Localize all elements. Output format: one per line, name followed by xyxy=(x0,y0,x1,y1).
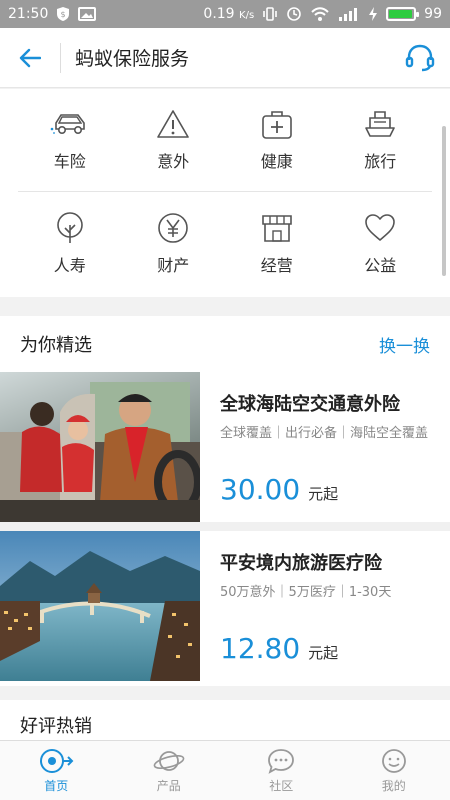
page-title: 蚂蚁保险服务 xyxy=(75,48,190,70)
product-tags: 全球覆盖｜出行必备｜海陆空全覆盖 xyxy=(220,426,429,441)
product-tags: 50万意外｜5万医疗｜1-30天 xyxy=(220,585,392,600)
charging-icon xyxy=(368,6,378,22)
headset-icon xyxy=(405,44,435,71)
tab-products[interactable]: 产品 xyxy=(113,741,226,800)
planet-icon xyxy=(153,747,185,775)
header-divider xyxy=(60,42,61,73)
category-label: 公益 xyxy=(364,255,397,275)
tab-label: 我的 xyxy=(381,779,406,793)
heart-icon xyxy=(363,212,397,244)
price-unit: 元起 xyxy=(308,644,339,662)
battery-level: 99 xyxy=(424,6,442,22)
tab-label: 社区 xyxy=(269,779,294,793)
car-icon xyxy=(50,108,90,140)
section-title: 为你精选 xyxy=(20,335,92,356)
status-bar: 21:50 $ 0.19 K/s 99 xyxy=(0,0,450,28)
tab-community[interactable]: 社区 xyxy=(225,741,338,800)
category-label: 旅行 xyxy=(364,152,397,171)
product-price: 12.80 元起 xyxy=(220,632,338,665)
product-price: 30.00 元起 xyxy=(220,473,338,506)
svg-text:$: $ xyxy=(61,10,66,19)
ship-icon xyxy=(362,108,398,140)
swap-button[interactable]: 换一换 xyxy=(379,332,430,357)
product-card[interactable]: 全球海陆空交通意外险 全球覆盖｜出行必备｜海陆空全覆盖 30.00 元起 xyxy=(0,372,450,522)
customer-service-button[interactable] xyxy=(390,28,450,88)
product-card[interactable]: 平安境内旅游医疗险 50万意外｜5万医疗｜1-30天 12.80 元起 xyxy=(0,531,450,681)
tab-home[interactable]: 首页 xyxy=(0,741,113,800)
category-property[interactable]: 财产 xyxy=(122,192,226,295)
medical-kit-icon xyxy=(260,108,294,140)
product-image-river-town xyxy=(0,531,200,681)
app-header: 蚂蚁保险服务 xyxy=(0,28,450,88)
smile-icon xyxy=(380,747,408,775)
product-image-family-car xyxy=(0,372,200,522)
category-label: 健康 xyxy=(260,152,293,171)
network-speed: 0.19 K/s xyxy=(203,6,255,22)
tab-mine[interactable]: 我的 xyxy=(338,741,450,800)
category-health[interactable]: 健康 xyxy=(225,89,329,191)
product-info: 全球海陆空交通意外险 全球覆盖｜出行必备｜海陆空全覆盖 30.00 元起 xyxy=(200,372,450,522)
category-row: 人寿 财产 经营 公益 xyxy=(18,192,432,295)
category-travel[interactable]: 旅行 xyxy=(329,89,433,191)
picks-section: 为你精选 换一换 全球海陆空交通意外险 全球覆盖｜出行必备｜海陆空全覆盖 30.… xyxy=(0,316,450,686)
signal-icon xyxy=(338,7,360,21)
product-name: 平安境内旅游医疗险 xyxy=(220,553,382,574)
scrollbar[interactable] xyxy=(442,126,446,276)
status-time: 21:50 xyxy=(8,6,49,22)
category-label: 经营 xyxy=(260,255,293,275)
chat-icon xyxy=(267,747,295,775)
category-grid: 车险 意外 健康 旅行 人寿 财产 经营 公益 xyxy=(0,89,450,297)
battery-icon xyxy=(386,7,420,21)
bestseller-section: 好评热销 xyxy=(0,700,450,740)
tab-label: 首页 xyxy=(44,779,69,793)
price-unit: 元起 xyxy=(308,485,339,503)
category-label: 意外 xyxy=(157,152,190,171)
category-business[interactable]: 经营 xyxy=(225,192,329,295)
category-accident[interactable]: 意外 xyxy=(122,89,226,191)
back-arrow-icon xyxy=(19,48,41,67)
category-life[interactable]: 人寿 xyxy=(18,192,122,295)
picks-header: 为你精选 换一换 xyxy=(0,316,450,372)
back-button[interactable] xyxy=(0,28,60,88)
category-label: 车险 xyxy=(53,152,86,171)
product-name: 全球海陆空交通意外险 xyxy=(220,394,400,415)
image-icon xyxy=(78,7,97,21)
price-value: 30.00 xyxy=(220,473,301,506)
category-car[interactable]: 车险 xyxy=(18,89,122,191)
product-info: 平安境内旅游医疗险 50万意外｜5万医疗｜1-30天 12.80 元起 xyxy=(200,531,450,681)
bottom-tab-bar: 首页 产品 社区 我的 xyxy=(0,740,450,800)
category-label: 财产 xyxy=(157,255,190,275)
tab-label: 产品 xyxy=(156,779,181,793)
category-label: 人寿 xyxy=(53,255,86,275)
shield-icon: $ xyxy=(56,6,70,22)
alarm-icon xyxy=(286,6,302,22)
category-row: 车险 意外 健康 旅行 xyxy=(18,89,432,192)
wifi-icon xyxy=(310,6,330,22)
shop-icon xyxy=(260,212,294,244)
vibrate-icon xyxy=(262,6,278,22)
warning-icon xyxy=(155,108,191,140)
yen-icon xyxy=(156,212,190,244)
tree-icon xyxy=(54,211,86,244)
price-value: 12.80 xyxy=(220,632,301,665)
category-charity[interactable]: 公益 xyxy=(329,192,433,295)
section-title: 好评热销 xyxy=(20,716,92,737)
card-divider xyxy=(0,522,450,531)
home-icon xyxy=(38,747,74,775)
